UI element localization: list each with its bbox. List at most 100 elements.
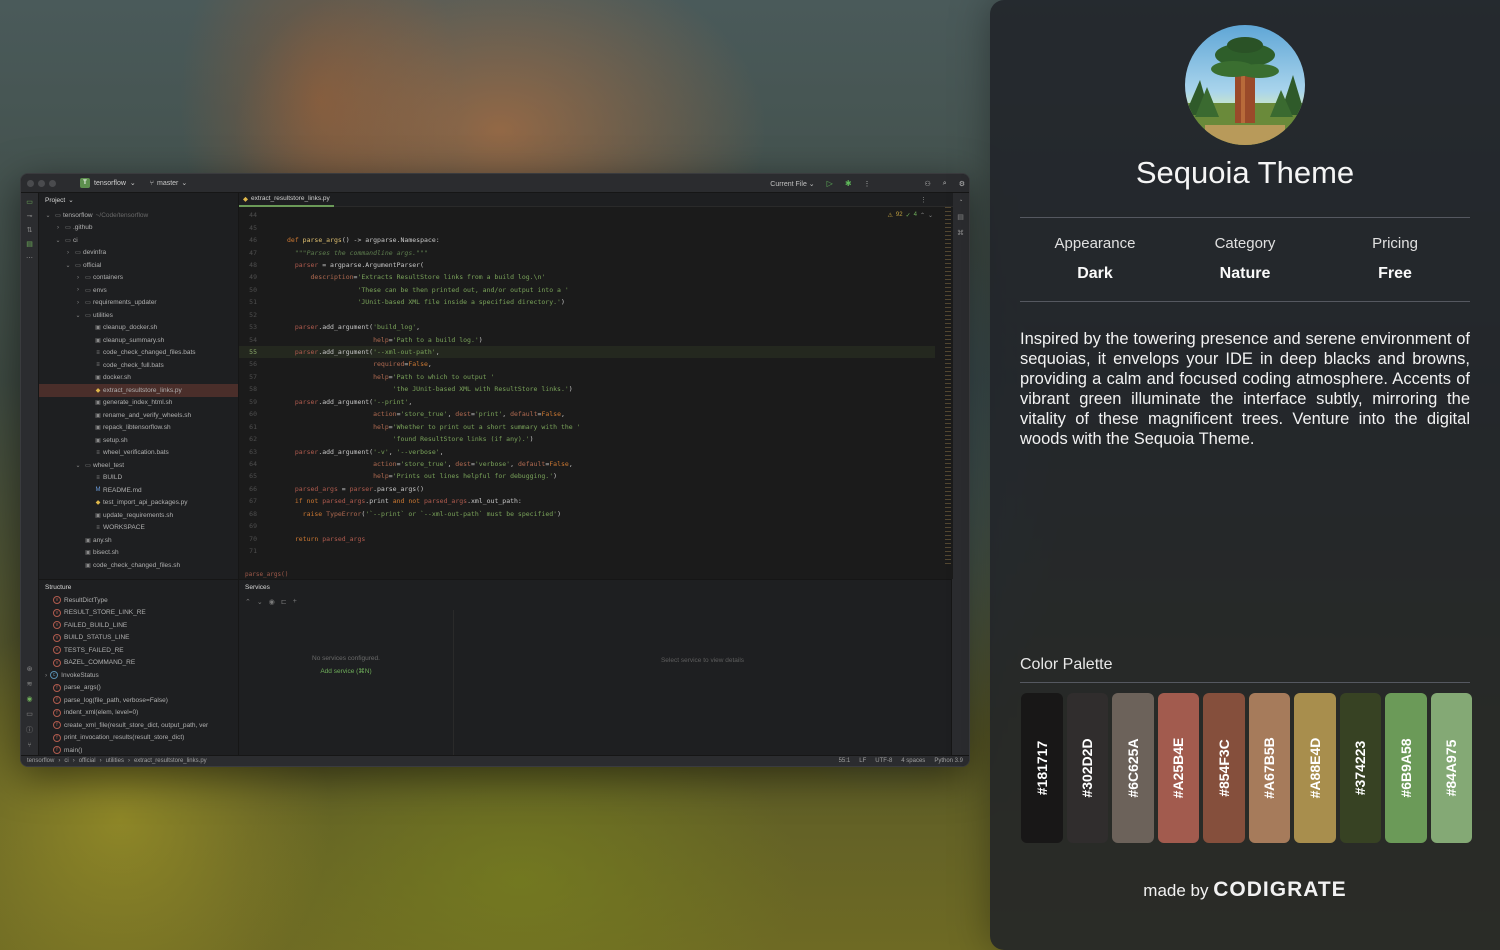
- more-icon[interactable]: ⋮: [864, 180, 871, 188]
- color-swatch[interactable]: #84A975: [1430, 693, 1472, 843]
- project-selector[interactable]: T tensorflow ⌄: [80, 178, 136, 188]
- structure-item[interactable]: f parse_args(): [39, 682, 238, 695]
- layers-icon[interactable]: ≋: [27, 680, 33, 688]
- git-icon[interactable]: ⑂: [27, 742, 31, 749]
- status-item[interactable]: Python 3.9: [934, 758, 963, 764]
- status-item[interactable]: 4 spaces: [901, 758, 925, 764]
- code-line[interactable]: 63 parser.add_argument('-v', '--verbose'…: [239, 445, 935, 457]
- search-icon[interactable]: ⌕: [943, 180, 947, 188]
- structure-item[interactable]: v FAILED_BUILD_LINE: [39, 619, 238, 632]
- tree-item[interactable]: ⌄ ▭ utilities: [39, 309, 238, 322]
- tree-item[interactable]: ▣ docker.sh: [39, 372, 238, 385]
- ai-assistant-icon[interactable]: ⌘: [957, 229, 964, 237]
- color-swatch[interactable]: #A25B4E: [1157, 693, 1199, 843]
- tree-item[interactable]: ≡ wheel_verification.bats: [39, 447, 238, 460]
- code-line[interactable]: 46 def parse_args() -> argparse.Namespace…: [239, 234, 935, 246]
- group-icon[interactable]: ⊏: [281, 598, 287, 606]
- code-line[interactable]: 69: [239, 520, 935, 532]
- code-line[interactable]: 54 help='Path to a build log.'): [239, 333, 935, 345]
- code-line[interactable]: 62 'found ResultStore links (if any).'): [239, 433, 935, 445]
- tree-item[interactable]: ▣ rename_and_verify_wheels.sh: [39, 409, 238, 422]
- code-line[interactable]: 57 help='Path to which to output ': [239, 371, 935, 383]
- settings-icon[interactable]: ⚙: [959, 180, 965, 188]
- editor-breadcrumb[interactable]: parse_args(): [245, 571, 288, 578]
- more-icon[interactable]: ⋮: [920, 196, 927, 204]
- code-line[interactable]: 64 action='store_true', dest='verbose', …: [239, 458, 935, 470]
- color-swatch[interactable]: #6B9A58: [1385, 693, 1427, 843]
- code-line[interactable]: 53 parser.add_argument('build_log',: [239, 321, 935, 333]
- code-line[interactable]: 50 'These can be then printed out, and/o…: [239, 284, 935, 296]
- code-line[interactable]: 68 raise TypeError('`--print` or `--xml-…: [239, 508, 935, 520]
- color-swatch[interactable]: #A88E4D: [1294, 693, 1336, 843]
- expand-all-icon[interactable]: ⌃: [245, 598, 251, 606]
- structure-icon[interactable]: ▤: [26, 240, 33, 248]
- structure-item[interactable]: f create_xml_file(result_store_dict, outp…: [39, 719, 238, 732]
- terminal-icon[interactable]: ▭: [26, 710, 33, 718]
- color-swatch[interactable]: #854F3C: [1203, 693, 1245, 843]
- code-line[interactable]: 51 'JUnit-based XML file inside a specif…: [239, 296, 935, 308]
- tree-item[interactable]: ▣ cleanup_summary.sh: [39, 334, 238, 347]
- problems-icon[interactable]: ⓘ: [26, 725, 33, 735]
- code-line[interactable]: 52: [239, 309, 935, 321]
- status-item[interactable]: LF: [859, 758, 866, 764]
- code-line[interactable]: 58 'the JUnit-based XML with ResultStore…: [239, 383, 935, 395]
- services-divider[interactable]: [453, 610, 454, 755]
- user-icon[interactable]: ⚇: [925, 180, 931, 188]
- made-by-footer[interactable]: made by CODIGRATE: [990, 878, 1500, 902]
- code-line[interactable]: 45: [239, 221, 935, 233]
- color-swatch[interactable]: #302D2D: [1066, 693, 1108, 843]
- collapse-all-icon[interactable]: ⌄: [257, 598, 263, 606]
- run-icon[interactable]: ▷: [827, 179, 833, 188]
- tree-item[interactable]: ≡ code_check_changed_files.bats: [39, 347, 238, 360]
- code-line[interactable]: 44: [239, 209, 935, 221]
- minimize-window-button[interactable]: [38, 179, 45, 187]
- error-stripe[interactable]: [945, 207, 951, 567]
- structure-item[interactable]: v RESULT_STORE_LINK_RE: [39, 607, 238, 620]
- tree-item[interactable]: ≡ code_check_full.bats: [39, 359, 238, 372]
- folder-icon[interactable]: ▭: [26, 198, 33, 206]
- status-path-item[interactable]: tensorflow: [27, 758, 54, 764]
- structure-item[interactable]: v TESTS_FAILED_RE: [39, 644, 238, 657]
- tree-item[interactable]: ▣ cleanup_docker.sh: [39, 322, 238, 335]
- tree-item[interactable]: ▣ setup.sh: [39, 434, 238, 447]
- code-line[interactable]: 59 parser.add_argument('--print',: [239, 396, 935, 408]
- more-tools-icon[interactable]: ⋯: [26, 254, 33, 262]
- code-area[interactable]: 44 45 46 def parse_args() -> argparse.Names…: [239, 209, 935, 567]
- code-line[interactable]: 49 description='Extracts ResultStore lin…: [239, 271, 935, 283]
- color-swatch[interactable]: #374223: [1339, 693, 1381, 843]
- structure-item[interactable]: v BUILD_STATUS_LINE: [39, 632, 238, 645]
- code-line[interactable]: 60 action='store_true', dest='print', de…: [239, 408, 935, 420]
- tree-item[interactable]: › ▭ devinfra: [39, 247, 238, 260]
- status-path-item[interactable]: official: [79, 758, 96, 764]
- code-line[interactable]: 55 parser.add_argument('--xml-out-path',: [239, 345, 935, 359]
- add-icon[interactable]: +: [293, 598, 297, 606]
- tree-item[interactable]: ≡ WORKSPACE: [39, 522, 238, 535]
- run-config-selector[interactable]: Current File ⌄: [770, 180, 814, 188]
- tree-item[interactable]: ▣ any.sh: [39, 534, 238, 547]
- code-line[interactable]: 70 return parsed_args: [239, 532, 935, 544]
- close-window-button[interactable]: [27, 179, 34, 187]
- branch-selector[interactable]: ⑂ master ⌄: [150, 179, 187, 188]
- structure-item[interactable]: v ResultDictType: [39, 594, 238, 607]
- status-path-item[interactable]: utilities: [106, 758, 124, 764]
- code-line[interactable]: 48 parser = argparse.ArgumentParser(: [239, 259, 935, 271]
- code-line[interactable]: 56 required=False,: [239, 358, 935, 370]
- color-swatch[interactable]: #6C625A: [1112, 693, 1154, 843]
- code-line[interactable]: 67 if not parsed_args.print and not pars…: [239, 495, 935, 507]
- tree-item[interactable]: ◆ extract_resultstore_links.py: [39, 384, 238, 397]
- color-swatch[interactable]: #A67B5B: [1248, 693, 1290, 843]
- commit-icon[interactable]: ⊸: [27, 212, 33, 220]
- color-swatch[interactable]: #181717: [1021, 693, 1063, 843]
- code-line[interactable]: 71: [239, 545, 935, 557]
- python-packages-icon[interactable]: ⊛: [27, 665, 33, 673]
- eye-icon[interactable]: ◉: [269, 598, 275, 606]
- structure-item[interactable]: f parse_log(file_path, verbose=False): [39, 694, 238, 707]
- structure-item[interactable]: f indent_xml(elem, level=0): [39, 707, 238, 720]
- code-line[interactable]: 66 parsed_args = parser.parse_args(): [239, 483, 935, 495]
- tree-item[interactable]: ▣ code_check_changed_files.sh: [39, 559, 238, 572]
- tree-item[interactable]: › ▭ containers: [39, 272, 238, 285]
- tree-item[interactable]: ▣ bisect.sh: [39, 547, 238, 560]
- structure-item[interactable]: f print_invocation_results(result_store_d…: [39, 732, 238, 745]
- tree-item[interactable]: ⌄ ▭ official: [39, 259, 238, 272]
- debug-icon[interactable]: ✱: [845, 179, 852, 188]
